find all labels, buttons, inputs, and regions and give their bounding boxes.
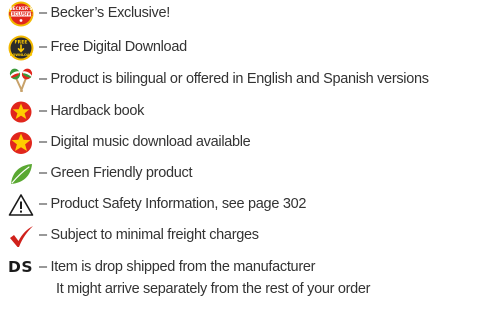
legend-text: – Green Friendly product — [39, 165, 193, 181]
legend-text: – Product is bilingual or offered in Eng… — [39, 71, 429, 87]
icon-legend: BECKER'S EXCLUSIVE – Becker’s Exclusive!… — [0, 0, 495, 328]
badge-text-beckers: BECKER'S — [10, 6, 33, 11]
checkmark-icon — [8, 223, 34, 249]
legend-text: – Item is drop shipped from the manufact… — [39, 259, 316, 275]
drop-ship-code: DS — [8, 258, 34, 276]
legend-text: – Digital music download available — [39, 134, 251, 150]
free-download-badge-icon: FREE DOWNLOAD — [8, 35, 34, 61]
leaf-icon — [8, 161, 34, 187]
maracas-icon — [8, 67, 34, 93]
legend-text: – Becker’s Exclusive! — [39, 5, 170, 21]
music-download-star-icon — [8, 130, 34, 156]
beckers-exclusive-badge-icon: BECKER'S EXCLUSIVE — [8, 1, 34, 27]
legend-text: – Product Safety Information, see page 3… — [39, 196, 307, 212]
legend-text: – Free Digital Download — [39, 39, 187, 55]
legend-text: – Subject to minimal freight charges — [39, 227, 259, 243]
hardback-star-icon — [8, 99, 34, 125]
warning-triangle-icon — [8, 192, 34, 218]
svg-text:DOWNLOAD: DOWNLOAD — [10, 53, 33, 57]
legend-text-continuation: It might arrive separately from the rest… — [56, 281, 371, 297]
legend-text: – Hardback book — [39, 103, 145, 119]
badge-text-exclusive: EXCLUSIVE — [9, 12, 34, 17]
